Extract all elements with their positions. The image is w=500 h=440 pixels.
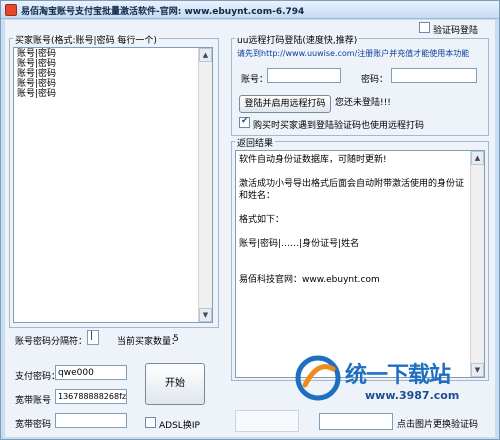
title-bar[interactable]: 易佰淘宝账号支付宝批量激活软件-官网: www.ebuynt.com-6.794 <box>1 1 499 19</box>
account-line: 账号|密码 <box>17 69 57 79</box>
result-line: 格式如下： <box>239 215 285 225</box>
account-line: 账号|密码 <box>17 89 57 99</box>
refresh-captcha-label[interactable]: 点击图片更换验证码 <box>397 417 478 430</box>
app-icon <box>5 4 17 16</box>
watermark-url: www.3987.com <box>365 389 460 402</box>
result-line: 易佰科技官网：www.ebuynt.com <box>239 275 380 285</box>
remote-group-title: uu远程打码登陆(速度快,推荐) <box>235 33 360 46</box>
accounts-textarea[interactable]: 账号|密码 账号|密码 账号|密码 账号|密码 账号|密码 ▲ ▼ <box>13 47 213 323</box>
result-line: 和姓名： <box>239 191 276 201</box>
download-site-logo-icon <box>295 355 341 401</box>
pay-password-label: 支付密码： <box>15 372 61 382</box>
accounts-group-title: 买家账号(格式:账号|密码 每行一个) <box>13 33 159 46</box>
auto-captcha-label: 购买时买家遇到登陆验证码也使用远程打码 <box>253 121 425 131</box>
result-line <box>239 262 481 274</box>
adsl-checkbox[interactable] <box>145 417 156 428</box>
results-textarea[interactable]: 软件自动身份证数据库，可随时更新! 激活成功小号导出格式后面会自动附带激活使用的… <box>235 150 485 378</box>
start-button[interactable]: 开始 <box>145 363 205 405</box>
remote-password-label: 密码： <box>361 75 389 85</box>
broadband-input[interactable]: 136788888268fzttl <box>55 389 127 404</box>
remote-password-input[interactable] <box>391 68 477 83</box>
adsl-label: ADSL换IP <box>159 421 200 431</box>
result-line <box>239 250 481 262</box>
account-line: 账号|密码 <box>17 59 57 69</box>
result-line <box>239 226 481 238</box>
account-line: 账号|密码 <box>17 49 57 59</box>
broadband-password-input[interactable] <box>55 413 127 428</box>
watermark-title: 统一下载站 <box>345 363 451 388</box>
scroll-down-icon[interactable]: ▼ <box>199 308 212 322</box>
scroll-up-icon[interactable]: ▲ <box>199 48 212 62</box>
accounts-scrollbar[interactable]: ▲ ▼ <box>198 48 212 322</box>
window-title: 易佰淘宝账号支付宝批量激活软件-官网: www.ebuynt.com-6.794 <box>21 7 305 17</box>
captcha-image-box[interactable] <box>235 410 299 432</box>
remote-account-input[interactable] <box>267 68 341 83</box>
client-area: 验证码登陆 买家账号(格式:账号|密码 每行一个) 账号|密码 账号|密码 账号|密… <box>5 20 495 437</box>
buyer-count-label: 当前买家数量： <box>117 337 181 347</box>
broadband-label: 宽带账号 <box>15 396 52 406</box>
results-group-title: 返回结果 <box>235 136 276 149</box>
pay-password-input[interactable]: qwe000 <box>55 365 127 380</box>
account-line: 账号|密码 <box>17 79 57 89</box>
scroll-up-icon[interactable]: ▲ <box>471 151 484 165</box>
result-line: 账号|密码|……|身份证号|姓名 <box>239 239 360 249</box>
result-line <box>239 202 481 214</box>
captcha-login-label: 验证码登陆 <box>433 26 479 36</box>
result-line <box>239 166 481 178</box>
buyer-count-value: 5 <box>173 334 179 344</box>
captcha-login-checkbox[interactable] <box>419 22 430 33</box>
separator-input[interactable]: | <box>87 330 99 345</box>
app-window: 易佰淘宝账号支付宝批量激活软件-官网: www.ebuynt.com-6.794… <box>0 0 500 440</box>
result-line: 软件自动身份证数据库，可随时更新! <box>239 155 387 165</box>
separator-label: 账号密码分隔符： <box>15 337 88 347</box>
broadband-password-label: 宽带密码 <box>15 420 52 430</box>
results-scrollbar[interactable]: ▲ ▼ <box>470 151 484 377</box>
watermark: 统一下载站 www.3987.com <box>295 347 495 417</box>
auto-captcha-checkbox[interactable] <box>239 116 250 128</box>
result-line: 激活成功小号导出格式后面会自动附带激活使用的身份证 <box>239 179 465 189</box>
remote-notice: 请先到http://www.uuwise.com/注册账户并充值才能使用本功能 <box>237 49 470 58</box>
remote-status: 您还未登陆!!! <box>335 98 391 108</box>
remote-login-button[interactable]: 登陆并启用远程打码 <box>239 95 331 113</box>
remote-account-label: 账号： <box>241 75 269 85</box>
